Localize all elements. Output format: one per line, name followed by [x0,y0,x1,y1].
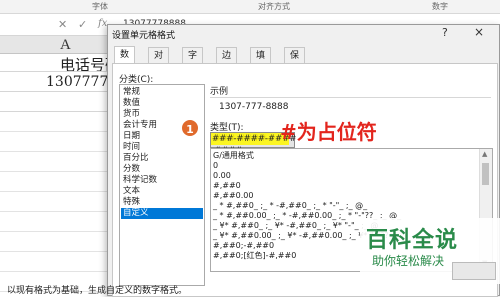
category-item[interactable]: 分数 [123,164,140,175]
cell-value[interactable]: 13077778888 [0,72,107,92]
close-button[interactable]: × [474,25,484,39]
category-item[interactable]: 特殊 [123,197,140,208]
category-item[interactable]: 货币 [123,109,140,120]
scroll-up-icon[interactable]: ▲ [482,150,487,158]
format-item[interactable]: _ * #,##0_ ;_ * -#,##0_ ;_ * "-"_ ;_ @_ [213,201,367,211]
format-item[interactable]: #,##0;[红色]-#,##0 [213,251,296,261]
tab-alignment[interactable]: 对齐 [148,47,170,77]
cell-empty[interactable] [0,92,107,112]
category-item[interactable]: 百分比 [123,153,149,164]
tab-protection[interactable]: 保护 [284,47,306,77]
sample-divider [210,97,491,98]
dialog-title: 设置单元格格式 [112,31,176,41]
tab-font[interactable]: 字体 [182,47,204,77]
watermark-subtitle: 助你轻松解决 [372,254,445,268]
footer-note: 以现有格式为基础，生成自定义的数字格式。 [7,286,188,296]
sample-label: 示例 [210,87,229,97]
format-item[interactable]: #,##0 [213,181,241,191]
format-item[interactable]: 0 [213,161,218,171]
format-item[interactable]: _ ¥* #,##0_ ;_ ¥* -#,##0_ ;_ ¥* "-"_ ;_ … [213,221,382,231]
column-header[interactable]: A [0,36,107,54]
scroll-thumb[interactable] [482,163,489,185]
placeholder-annotation: #为占位符 [280,120,377,144]
category-item[interactable]: 时间 [123,142,140,153]
help-button[interactable]: ? [442,26,448,39]
format-item[interactable]: #,##0.00 [213,191,253,201]
format-item[interactable]: 0.00 [213,171,231,181]
category-item[interactable]: 常规 [123,87,140,98]
tab-number[interactable]: 数字 [114,46,136,76]
watermark-title: 百科全说 [366,228,459,253]
format-item[interactable]: #,##0;-#,##0 [213,241,274,251]
cell-header[interactable]: 电话号码 [0,54,107,72]
format-item[interactable]: G/通用格式 [213,151,254,161]
category-item[interactable]: 数值 [123,98,140,109]
dialog-button-partial[interactable] [452,262,496,280]
ribbon-group-alignment: 对齐方式 [258,2,290,11]
enter-icon[interactable]: ✓ [78,18,87,31]
category-item-selected[interactable]: 自定义 [121,208,203,219]
column-letter: A [60,37,71,53]
category-item[interactable]: 会计专用 [123,120,157,131]
category-list[interactable]: 常规 数值 货币 会计专用 日期 时间 百分比 分数 科学记数 文本 特殊 自定… [119,84,205,286]
category-item[interactable]: 日期 [123,131,140,142]
cell-value-text: 13077778888 [46,74,107,90]
cancel-icon[interactable]: ✕ [58,18,67,31]
sheet-grid[interactable] [0,112,107,296]
category-item[interactable]: 文本 [123,186,140,197]
cell-header-text: 电话号码 [60,56,107,72]
tab-fill[interactable]: 填充 [250,47,272,77]
sample-value: 1307-777-8888 [219,102,289,112]
category-item[interactable]: 科学记数 [123,175,157,186]
function-icon[interactable]: fx [98,18,107,29]
ribbon-group-labels: 字体 对齐方式 数字 [0,0,500,14]
ribbon-group-font: 字体 [92,2,108,11]
step-number-badge: 1 [180,118,200,138]
ribbon-group-number: 数字 [432,2,448,11]
tab-border[interactable]: 边框 [216,47,238,77]
